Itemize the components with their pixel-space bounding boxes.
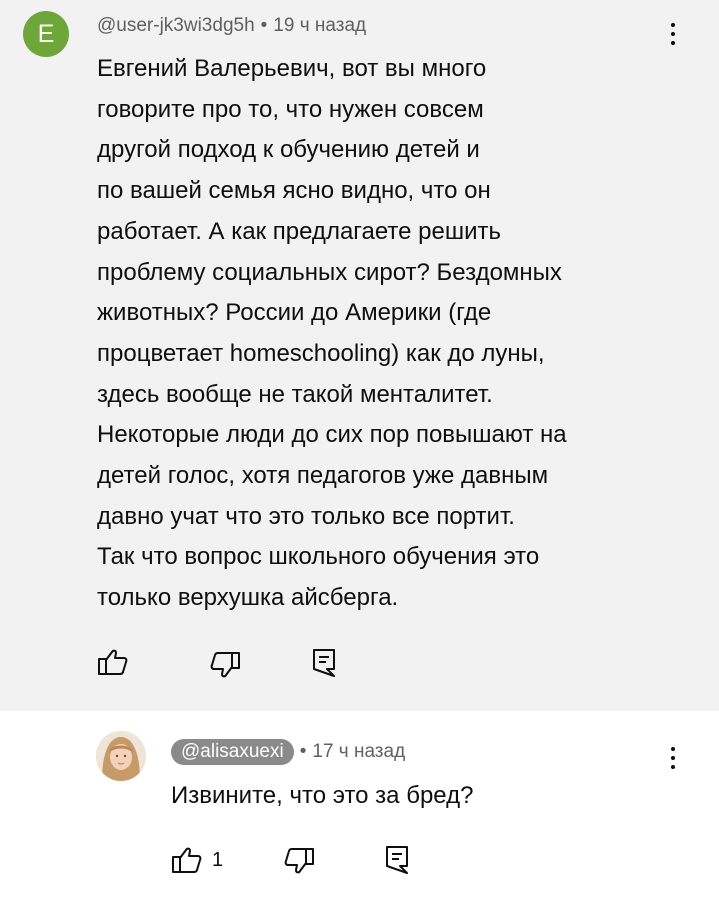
- comment-line: проблему социальных сирот? Бездомных: [97, 258, 562, 286]
- comment-line: работает. А как предлагаете решить: [97, 217, 502, 245]
- avatar-letter: E: [37, 19, 55, 48]
- comment-body: Евгений Валерьевич, вот вы много говорит…: [97, 49, 697, 619]
- comment-line: Так что вопрос школьного обучения это: [97, 543, 540, 571]
- thumb-down-icon: [284, 848, 314, 874]
- reply-author-handle[interactable]: @alisaxuexi: [171, 739, 294, 765]
- comment-line: Евгений Валерьевич, вот вы много: [97, 55, 487, 82]
- comment-line: говорите про то, что нужен совсем: [97, 95, 484, 123]
- reply-meta: @alisaxuexi • 17 ч назад: [171, 738, 405, 766]
- more-vertical-icon[interactable]: [661, 738, 685, 778]
- reply-body: Извините, что это за бред?: [171, 782, 474, 809]
- comment-meta: @user-jk3wi3dg5h • 19 ч назад: [97, 12, 366, 40]
- comment-line: другой подход к обучению детей и: [97, 136, 480, 164]
- comment-line: Некоторые люди до сих пор повышают на: [97, 421, 567, 449]
- user-avatar[interactable]: E: [23, 11, 69, 57]
- thumb-up-icon: [98, 649, 128, 675]
- reply-timestamp[interactable]: 17 ч назад: [312, 741, 405, 763]
- comment-line: детей голос, хотя педагогов уже давным: [97, 462, 549, 490]
- reply-button[interactable]: [384, 844, 410, 876]
- comment-line: процветает homeschooling) как до луны,: [97, 339, 545, 367]
- comment-line: только верхушка айсберга.: [97, 584, 399, 612]
- comment-line: здесь вообще не такой менталитет.: [97, 380, 493, 408]
- meta-separator: •: [299, 741, 307, 762]
- comment-reply-icon: [386, 846, 408, 874]
- dislike-button[interactable]: [282, 846, 316, 878]
- meta-separator: •: [260, 15, 268, 36]
- comment-line: по вашей семья ясно видно, что он: [97, 177, 491, 205]
- dislike-button[interactable]: [208, 650, 242, 682]
- thumb-up-icon: [172, 847, 202, 873]
- reply-button[interactable]: [311, 647, 337, 679]
- more-vertical-icon[interactable]: [661, 14, 685, 54]
- comment-timestamp[interactable]: 19 ч назад: [273, 15, 366, 37]
- comment-line: животных? России до Америки (где: [97, 299, 492, 327]
- avatar-photo: [96, 731, 146, 781]
- like-count: 1: [212, 848, 224, 871]
- comment-author-handle[interactable]: @user-jk3wi3dg5h: [97, 15, 255, 37]
- comment-reply-icon: [313, 649, 335, 677]
- like-button[interactable]: 1: [170, 844, 223, 876]
- like-button[interactable]: [96, 646, 130, 678]
- thumb-down-icon: [210, 652, 240, 678]
- comment-line: давно учат что это только все портит.: [97, 502, 515, 530]
- reply-avatar[interactable]: [96, 731, 146, 781]
